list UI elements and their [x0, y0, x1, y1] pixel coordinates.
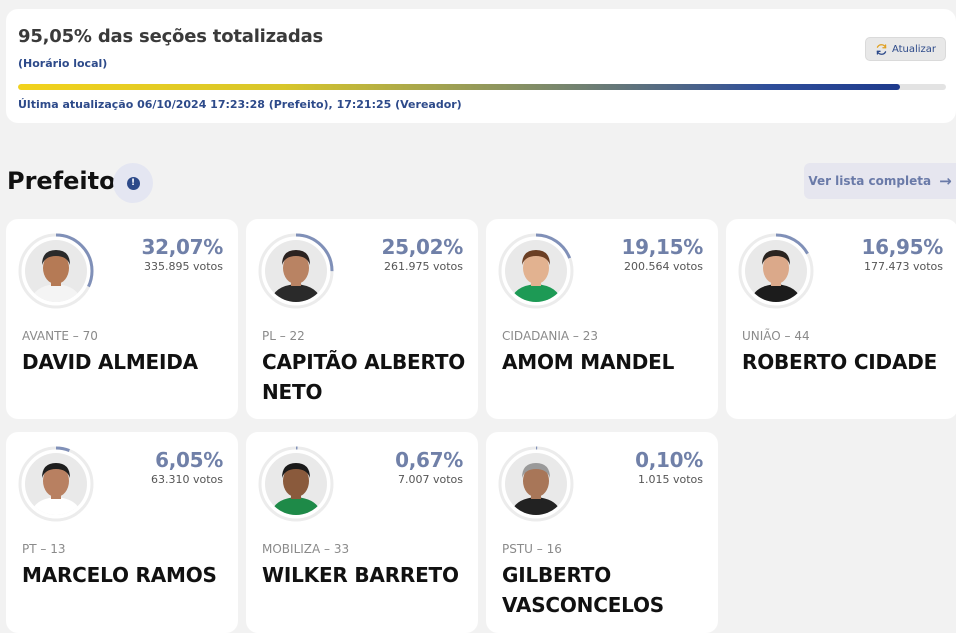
candidate-name: MARCELO RAMOS: [22, 563, 217, 587]
last-update-text: Última atualização 06/10/2024 17:23:28 (…: [18, 98, 462, 111]
refresh-label: Atualizar: [891, 43, 937, 55]
candidate-percent: 32,07%: [141, 235, 223, 259]
candidate-votes: 335.895 votos: [144, 260, 223, 273]
candidate-photo: [745, 240, 807, 302]
candidate-photo: [265, 453, 327, 515]
candidate-card[interactable]: 25,02% 261.975 votos PL – 22 CAPITÃO ALB…: [246, 219, 478, 419]
candidate-name: AMOM MANDEL: [502, 350, 675, 374]
refresh-button[interactable]: Atualizar: [865, 37, 946, 61]
candidate-party: UNIÃO – 44: [742, 329, 810, 343]
candidate-percent: 0,67%: [395, 448, 463, 472]
candidate-photo-ring: [18, 233, 94, 309]
candidate-card[interactable]: 0,10% 1.015 votos PSTU – 16 GILBERTO VAS…: [486, 432, 718, 633]
candidate-card[interactable]: 32,07% 335.895 votos AVANTE – 70 DAVID A…: [6, 219, 238, 419]
candidate-party: PSTU – 16: [502, 542, 562, 556]
local-time-label: (Horário local): [18, 57, 108, 70]
candidate-name: ROBERTO CIDADE: [742, 350, 938, 374]
candidate-percent: 16,95%: [861, 235, 943, 259]
totalization-status-card: 95,05% das seções totalizadas (Horário l…: [6, 9, 956, 123]
candidate-photo-ring: [498, 233, 574, 309]
candidate-party: PT – 13: [22, 542, 66, 556]
totalization-progress-bar: [18, 84, 946, 90]
candidate-percent: 25,02%: [381, 235, 463, 259]
info-icon: !: [126, 176, 140, 190]
candidate-party: AVANTE – 70: [22, 329, 98, 343]
candidate-photo: [265, 240, 327, 302]
candidate-name: CAPITÃO ALBERTO NETO: [262, 350, 466, 404]
refresh-icon: [876, 43, 887, 55]
candidate-card[interactable]: 16,95% 177.473 votos UNIÃO – 44 ROBERTO …: [726, 219, 956, 419]
candidate-card[interactable]: 0,67% 7.007 votos MOBILIZA – 33 WILKER B…: [246, 432, 478, 633]
candidate-votes: 1.015 votos: [637, 473, 703, 486]
info-button[interactable]: !: [113, 163, 153, 203]
totalization-progress-fill: [18, 84, 900, 90]
candidate-photo: [505, 240, 567, 302]
candidate-name: WILKER BARRETO: [262, 563, 459, 587]
totalization-title: 95,05% das seções totalizadas: [18, 26, 324, 47]
candidate-party: MOBILIZA – 33: [262, 542, 350, 556]
candidate-votes: 177.473 votos: [864, 260, 943, 273]
candidate-party: PL – 22: [262, 329, 305, 343]
candidate-votes: 200.564 votos: [624, 260, 703, 273]
section-title: Prefeito: [7, 167, 116, 195]
candidate-votes: 63.310 votos: [151, 473, 223, 486]
candidate-card[interactable]: 6,05% 63.310 votos PT – 13 MARCELO RAMOS: [6, 432, 238, 633]
candidate-name: GILBERTO VASCONCELOS: [502, 563, 664, 617]
full-list-button[interactable]: Ver lista completa →: [804, 163, 956, 199]
candidate-photo: [25, 240, 87, 302]
candidate-percent: 0,10%: [635, 448, 703, 472]
candidate-votes: 7.007 votos: [397, 473, 463, 486]
candidate-photo-ring: [258, 446, 334, 522]
candidate-party: CIDADANIA – 23: [502, 329, 599, 343]
candidate-photo-ring: [18, 446, 94, 522]
candidate-votes: 261.975 votos: [384, 260, 463, 273]
candidate-percent: 6,05%: [155, 448, 223, 472]
candidate-photo-ring: [738, 233, 814, 309]
candidate-percent: 19,15%: [621, 235, 703, 259]
arrow-right-icon: →: [939, 172, 952, 190]
candidate-photo: [25, 453, 87, 515]
candidate-photo: [505, 453, 567, 515]
full-list-label: Ver lista completa: [808, 174, 932, 188]
candidate-card[interactable]: 19,15% 200.564 votos CIDADANIA – 23 AMOM…: [486, 219, 718, 419]
candidate-photo-ring: [498, 446, 574, 522]
candidate-name: DAVID ALMEIDA: [22, 350, 198, 374]
candidate-photo-ring: [258, 233, 334, 309]
